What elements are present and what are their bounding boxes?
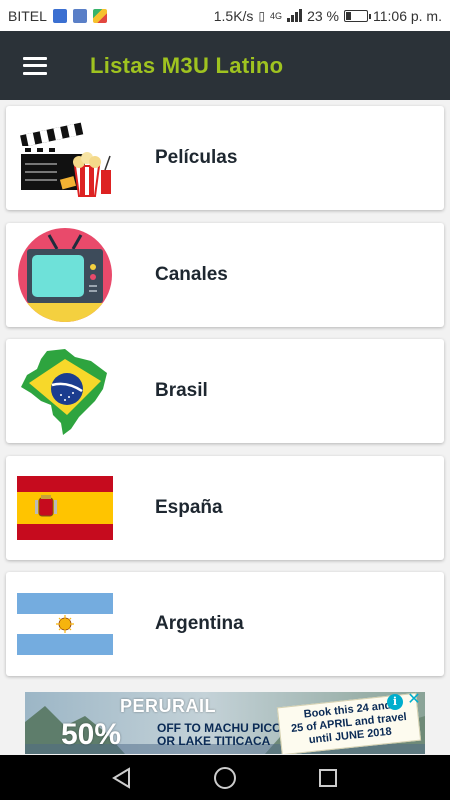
hamburger-menu-icon[interactable] [0, 31, 70, 100]
list-item-peliculas[interactable]: Películas [6, 106, 444, 210]
list-item-label: Canales [155, 263, 228, 285]
app-bar: Listas M3U Latino [0, 31, 450, 100]
vibrate-icon: ▯ [258, 8, 266, 23]
signal-icon [287, 9, 303, 22]
ad-banner[interactable]: PERURAIL 50% OFF TO MACHU PICCHU OR LAKE… [25, 692, 425, 754]
home-circle-icon[interactable] [205, 758, 245, 798]
back-triangle-icon[interactable] [102, 758, 142, 798]
wifi-hotspot-icon [72, 8, 87, 23]
list-item-label: Argentina [155, 613, 244, 634]
list-item-brasil[interactable]: Brasil [6, 339, 444, 443]
argentina-flag-icon [17, 576, 113, 672]
carrier-label: BITEL [8, 7, 47, 24]
list-item-label: España [155, 496, 223, 518]
ad-brand: PERURAIL [120, 696, 217, 716]
recents-square-icon[interactable] [308, 758, 348, 798]
tv-icon [17, 227, 113, 323]
battery-percent: 23 % [307, 7, 339, 24]
list-item-label: Películas [155, 147, 238, 168]
list-item-canales[interactable]: Canales [6, 222, 444, 327]
ad-discount: 50% [61, 718, 122, 751]
clock: 11:06 p. m. [372, 7, 442, 24]
ad-offer: OFF TO MACHU PICCHU OR LAKE TITICACA [157, 721, 299, 748]
list-item-argentina[interactable]: Argentina [6, 572, 444, 676]
notification-icon [52, 8, 67, 23]
clapperboard-popcorn-icon [17, 110, 113, 206]
app-title: Listas M3U Latino [90, 52, 284, 78]
ad-close-icon[interactable]: ✕ [406, 692, 422, 708]
list-item-espana[interactable]: España [6, 455, 444, 560]
spain-flag-icon [17, 460, 113, 556]
status-bar: BITEL 1.5K/s ▯ 4G 23 % 11:06 p. m. [0, 0, 450, 31]
brazil-map-flag-icon [17, 343, 113, 439]
play-store-icon [92, 8, 107, 23]
system-nav-bar [0, 755, 450, 800]
network-type: 4G [270, 10, 283, 21]
ad-info-icon[interactable]: i [387, 694, 403, 710]
battery-icon [343, 9, 371, 22]
list-item-label: Brasil [155, 380, 208, 401]
network-speed: 1.5K/s [213, 7, 254, 24]
category-list: Películas Canales Brasil España Argentin… [6, 106, 444, 689]
